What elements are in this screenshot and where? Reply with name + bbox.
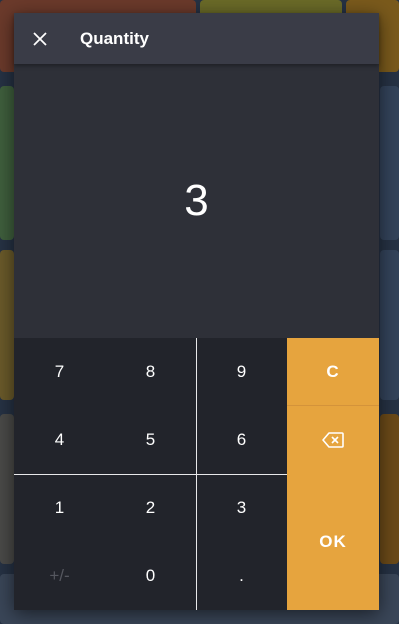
key-decimal[interactable]: . xyxy=(196,542,287,610)
backspace-icon xyxy=(322,432,344,448)
background-tile xyxy=(0,86,14,240)
key-1[interactable]: 1 xyxy=(14,474,105,542)
background-tile xyxy=(380,86,399,240)
key-0[interactable]: 0 xyxy=(105,542,196,610)
key-5[interactable]: 5 xyxy=(105,406,196,474)
dialog-title: Quantity xyxy=(80,28,149,48)
key-8[interactable]: 8 xyxy=(105,338,196,406)
dialog-header: Quantity xyxy=(14,13,379,64)
keypad-divider xyxy=(14,474,287,475)
key-3[interactable]: 3 xyxy=(196,474,287,542)
background-tile xyxy=(0,250,14,400)
key-2[interactable]: 2 xyxy=(105,474,196,542)
quantity-display: 3 xyxy=(14,64,379,338)
ok-button[interactable]: OK xyxy=(287,474,379,610)
key-7[interactable]: 7 xyxy=(14,338,105,406)
quantity-value: 3 xyxy=(184,176,209,225)
clear-button[interactable]: C xyxy=(287,338,379,406)
key-9[interactable]: 9 xyxy=(196,338,287,406)
key-6[interactable]: 6 xyxy=(196,406,287,474)
backspace-button[interactable] xyxy=(287,406,379,474)
background-tile xyxy=(380,250,399,400)
key-4[interactable]: 4 xyxy=(14,406,105,474)
close-icon xyxy=(33,31,47,46)
close-button[interactable] xyxy=(14,13,66,64)
key-plus-minus[interactable]: +/- xyxy=(14,542,105,610)
quantity-dialog: Quantity 3 7 8 9 4 5 6 1 2 3 +/- 0 . C O… xyxy=(14,13,379,610)
numeric-keypad: 7 8 9 4 5 6 1 2 3 +/- 0 . C OK xyxy=(14,338,379,610)
background-tile xyxy=(380,414,399,564)
background-tile xyxy=(0,414,14,564)
